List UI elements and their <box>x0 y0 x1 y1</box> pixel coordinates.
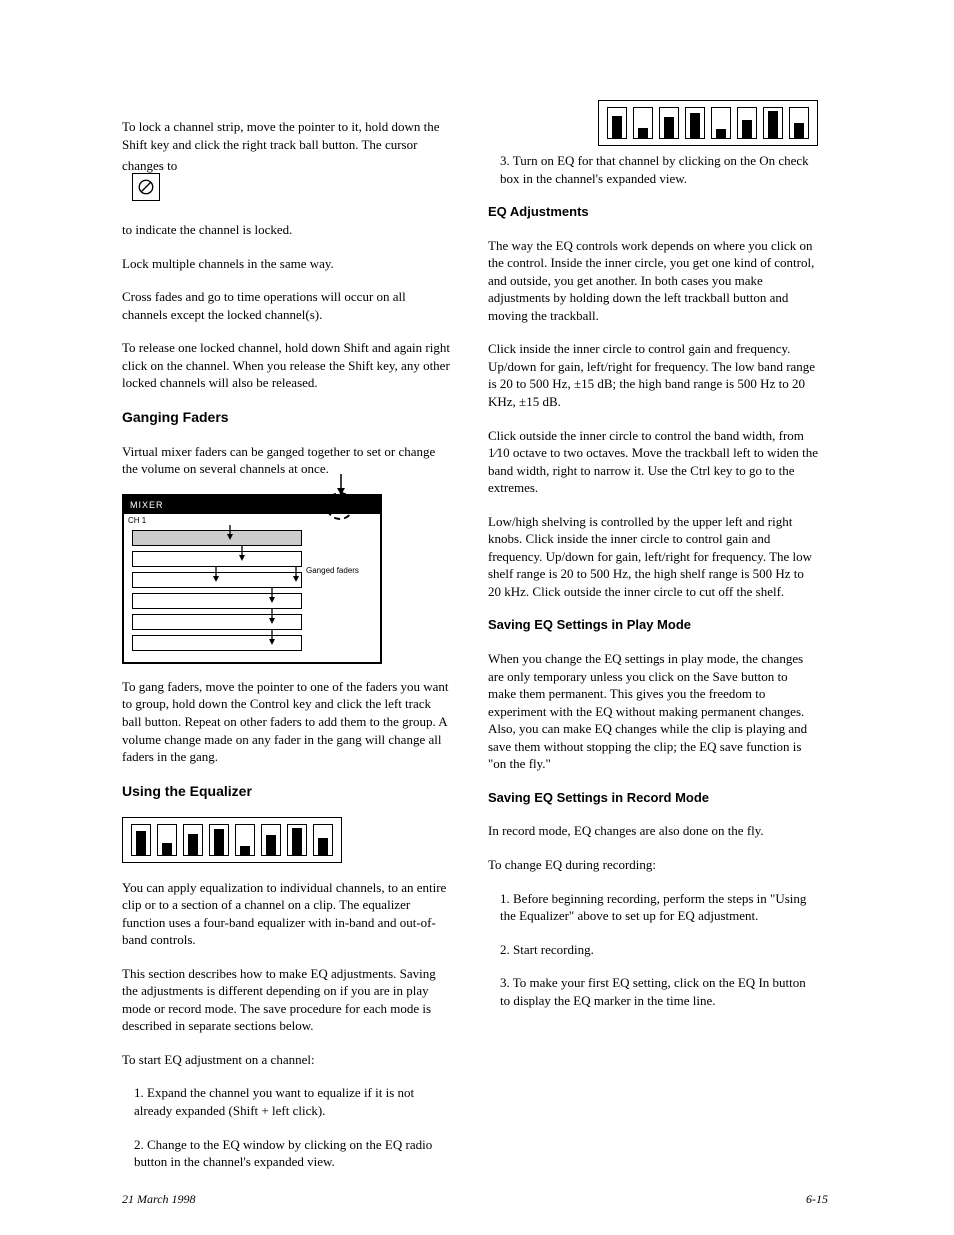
channel-row <box>132 572 302 588</box>
arrow-down-icon <box>335 474 347 496</box>
channel-row <box>132 551 302 567</box>
heading-using-the-equalizer: Using the Equalizer <box>122 782 452 801</box>
channel-row <box>132 530 302 546</box>
text: This section describes how to make EQ ad… <box>122 966 436 1034</box>
list-item: 1. Before beginning recording, perform t… <box>500 891 806 924</box>
heading-saving-eq-play: Saving EQ Settings in Play Mode <box>488 616 818 634</box>
footer-page: 6-15 <box>806 1191 828 1207</box>
text: To lock a channel strip, move the pointe… <box>122 119 440 173</box>
text: Click outside the inner circle to contro… <box>488 428 804 443</box>
text: 15 dB. <box>526 394 561 409</box>
heading-saving-eq-record: Saving EQ Settings in Record Mode <box>488 789 818 807</box>
lock-cursor-icon <box>132 173 160 201</box>
footer-date: 21 March 1998 <box>122 1191 196 1207</box>
list-item: 2. Start recording. <box>500 942 594 957</box>
channel-row <box>132 614 302 630</box>
mixer-title: MIXER <box>130 500 164 510</box>
heading-eq-adjustments: EQ Adjustments <box>488 203 818 221</box>
mixer-diagram: MIXER CH 1 Ganged faders <box>122 494 382 664</box>
equalizer-icon-strip <box>488 100 818 146</box>
equalizer-icon-strip <box>122 817 452 863</box>
channel-row <box>132 593 302 609</box>
text: You can apply equalization to individual… <box>122 880 446 948</box>
text: In record mode, EQ changes are also done… <box>488 823 764 838</box>
text: to indicate the channel is locked. <box>122 222 292 237</box>
text: To gang faders, move the pointer to one … <box>122 679 449 764</box>
channel-row <box>132 635 302 651</box>
text: Cross fades and go to time operations wi… <box>122 289 406 322</box>
list-item: 1. Expand the channel you want to equali… <box>134 1085 414 1118</box>
list-item: 3. Turn on EQ for that channel by clicki… <box>500 153 809 186</box>
text: Low/high shelving is controlled by the u… <box>488 514 812 599</box>
list-item: 2. Change to the EQ window by clicking o… <box>134 1137 432 1170</box>
list-item: 3. To make your first EQ setting, click … <box>500 975 806 1008</box>
channel-label: CH 1 <box>128 516 146 527</box>
text: To start EQ adjustment on a channel: <box>122 1052 315 1067</box>
text: To release one locked channel, hold down… <box>122 340 450 390</box>
text: Lock multiple channels in the same way. <box>122 256 334 271</box>
text: When you change the EQ settings in play … <box>488 651 807 771</box>
text: To change EQ during recording: <box>488 857 656 872</box>
text: octave to two octaves. Move the trackbal… <box>488 445 818 495</box>
paragraph: To lock a channel strip, move the pointe… <box>122 118 452 181</box>
text: Virtual mixer faders can be ganged toget… <box>122 444 435 477</box>
fraction: 1⁄10 <box>488 445 510 460</box>
heading-ganging-faders: Ganging Faders <box>122 408 452 427</box>
text: The way the EQ controls work depends on … <box>488 238 814 323</box>
ganged-label: Ganged faders <box>306 566 359 577</box>
footer: 21 March 1998 6-15 <box>122 1191 828 1207</box>
